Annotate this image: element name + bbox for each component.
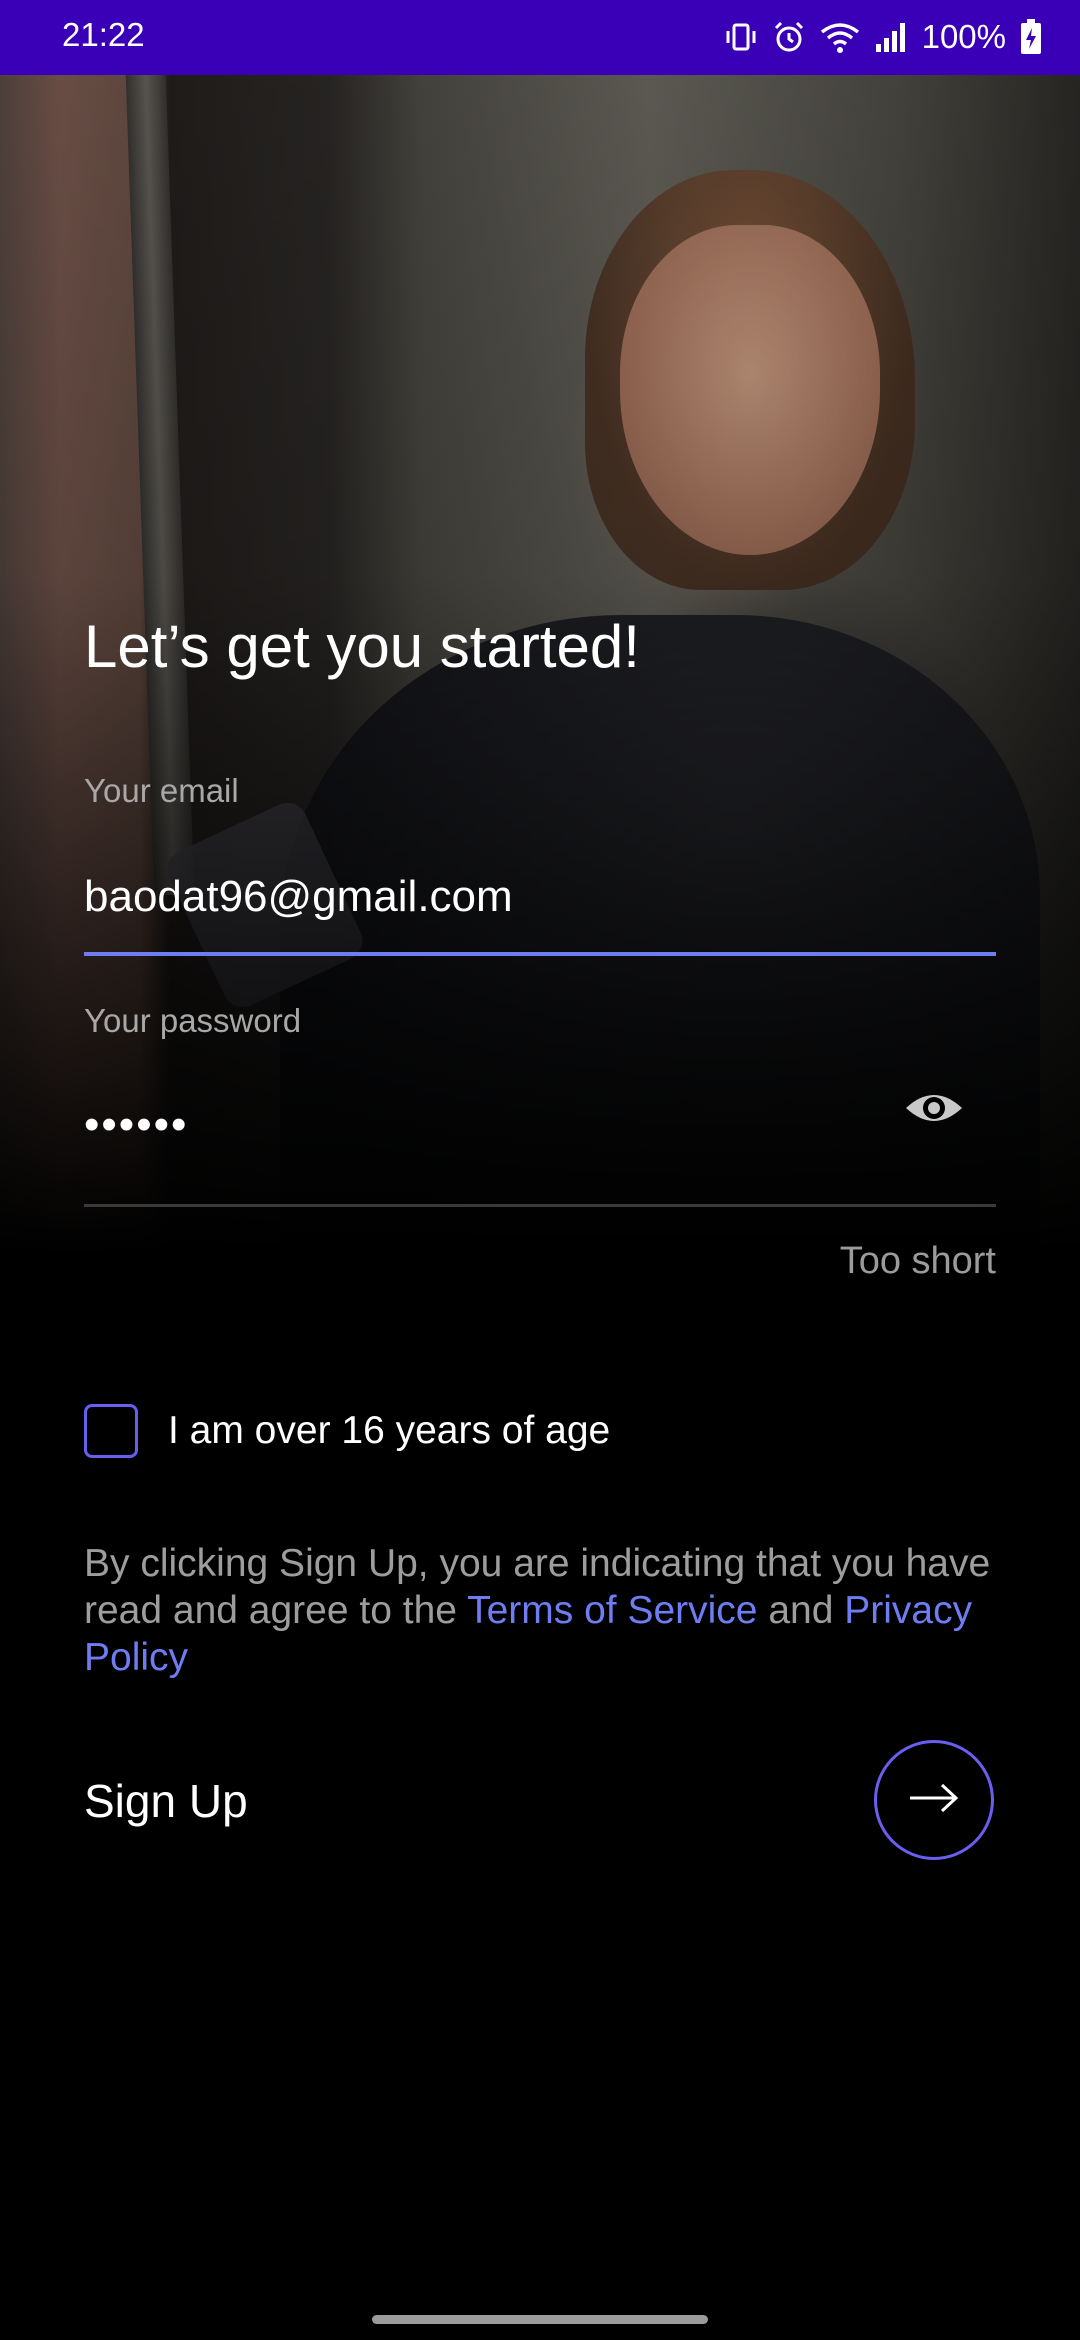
signup-label: Sign Up xyxy=(84,1775,248,1827)
cell-signal-icon xyxy=(874,20,908,54)
password-helper-text: Too short xyxy=(839,1240,996,1282)
age-checkbox[interactable] xyxy=(84,1404,138,1458)
eye-icon xyxy=(904,1088,964,1133)
status-bar: 21:22 100% xyxy=(0,0,1080,75)
terms-text: By clicking Sign Up, you are indicating … xyxy=(84,1540,1004,1681)
age-checkbox-row[interactable]: I am over 16 years of age xyxy=(84,1402,610,1460)
battery-percent: 100% xyxy=(921,18,1006,55)
vibrate-icon xyxy=(724,20,758,54)
terms-of-service-link[interactable]: Terms of Service xyxy=(467,1589,757,1632)
toggle-password-visibility-button[interactable] xyxy=(896,1080,972,1140)
status-time: 21:22 xyxy=(62,16,145,53)
signup-button[interactable] xyxy=(874,1740,994,1860)
signup-screen: 21:22 100% Let’s get you started! Your e… xyxy=(0,0,1080,2340)
signup-form: Let’s get you started! Your email baodat… xyxy=(0,0,1080,2340)
password-underline xyxy=(84,1204,996,1207)
arrow-right-icon xyxy=(908,1782,960,1819)
email-label: Your email xyxy=(84,772,239,809)
wifi-icon xyxy=(820,20,860,54)
page-title: Let’s get you started! xyxy=(84,613,640,680)
email-field[interactable]: baodat96@gmail.com xyxy=(84,872,513,922)
battery-charging-icon xyxy=(1020,19,1042,55)
terms-middle: and xyxy=(757,1589,845,1632)
alarm-icon xyxy=(772,20,806,54)
password-label: Your password xyxy=(84,1002,302,1039)
email-underline xyxy=(84,952,996,956)
age-checkbox-label: I am over 16 years of age xyxy=(168,1409,611,1452)
password-field[interactable]: •••••• xyxy=(84,1100,188,1150)
status-icons: 100% xyxy=(724,14,1042,60)
